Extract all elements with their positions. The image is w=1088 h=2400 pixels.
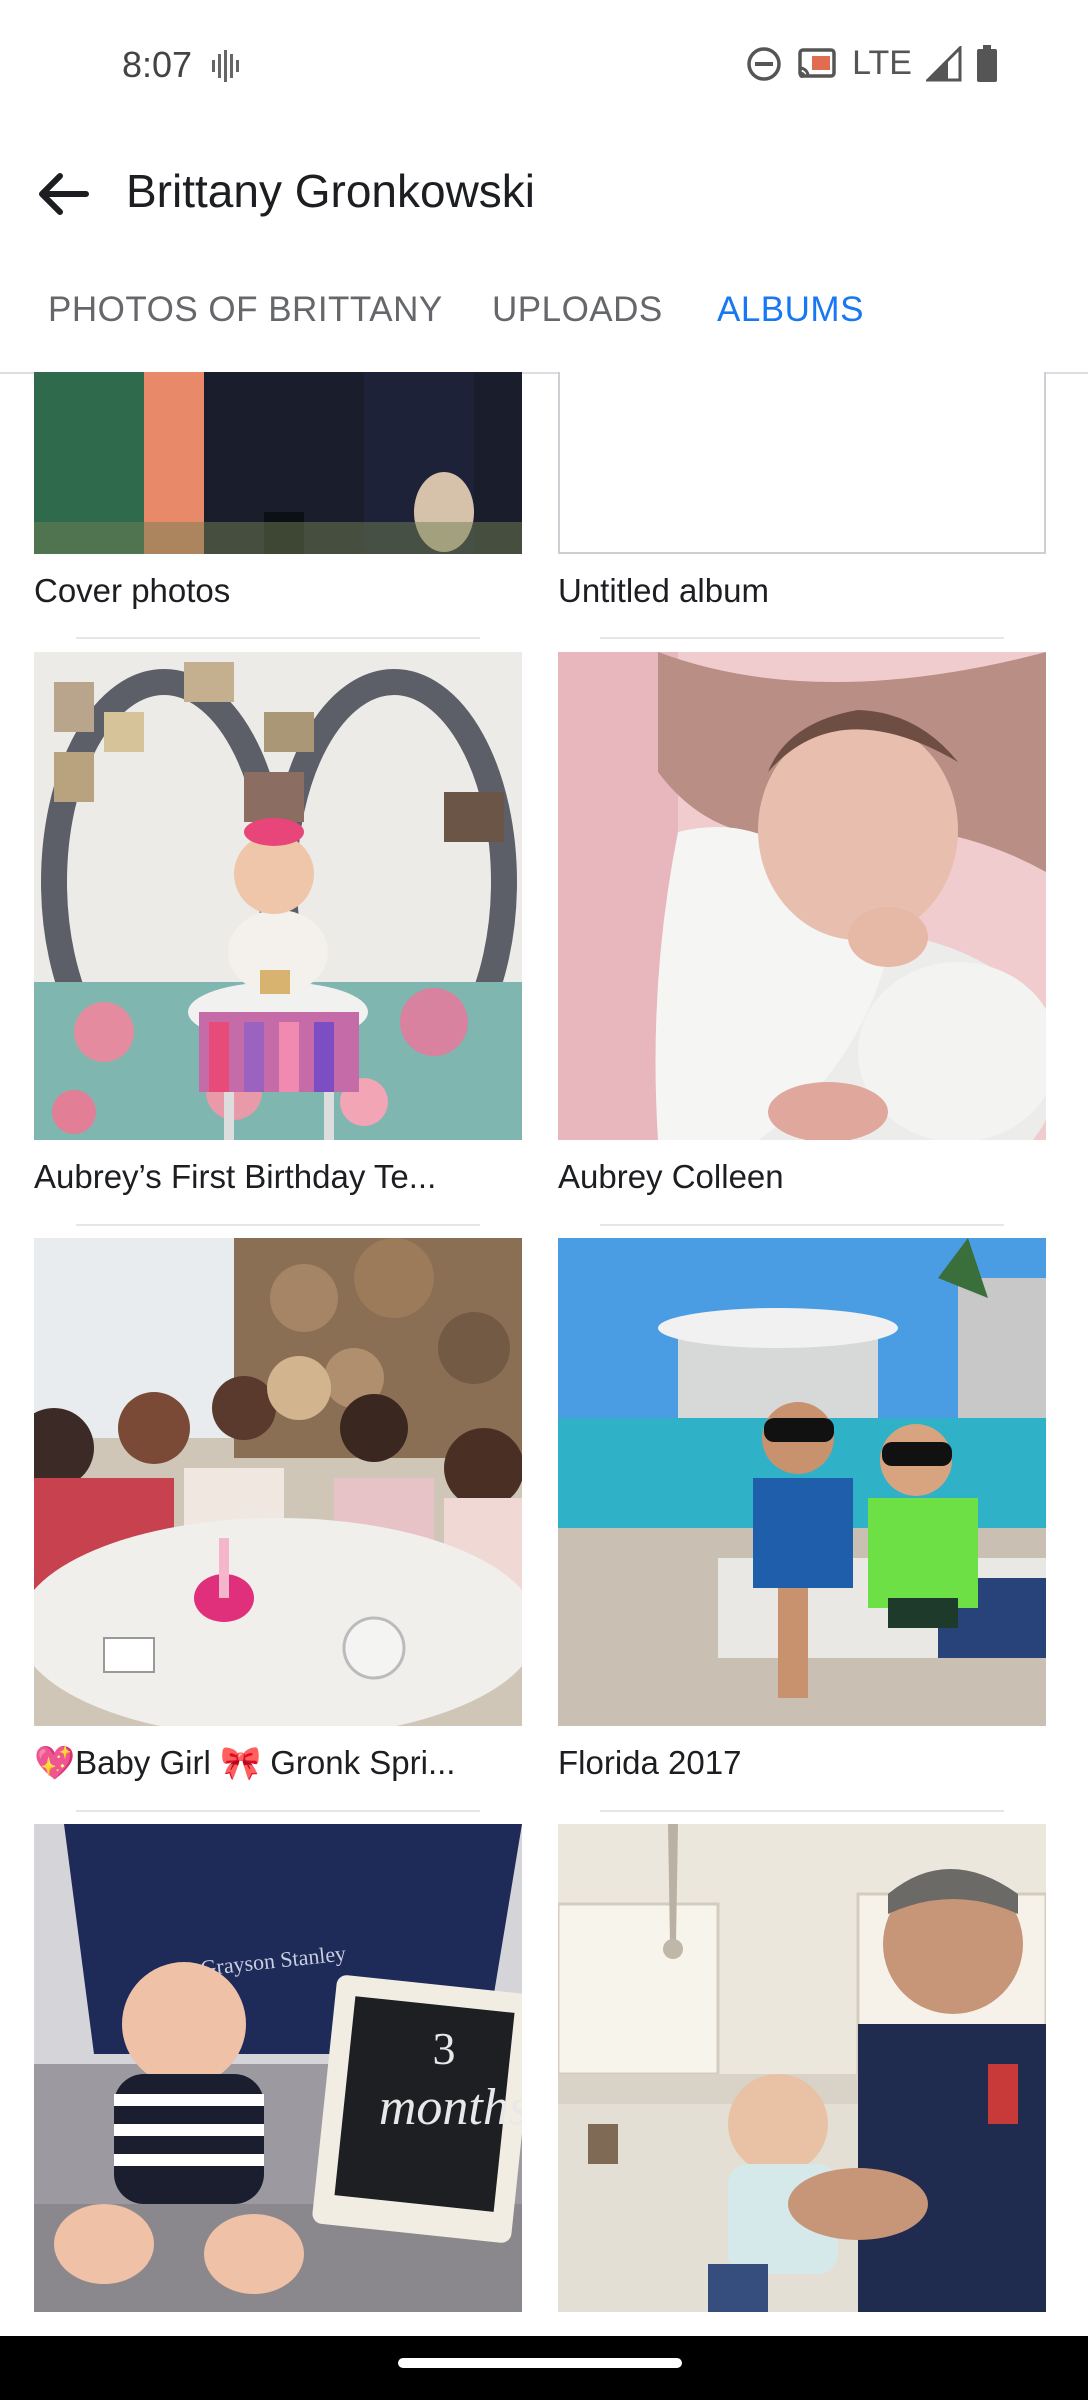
album-card[interactable]: Florida 2017 (558, 1238, 1046, 1782)
divider (600, 1224, 1004, 1226)
album-title: Cover photos (34, 572, 231, 609)
back-arrow-icon[interactable] (32, 164, 92, 224)
page-title: Brittany Gronkowski (126, 165, 536, 217)
do-not-disturb-icon (747, 46, 781, 81)
system-nav-bar (0, 2336, 1088, 2400)
album-card[interactable]: Aubrey Colleen (558, 652, 1046, 1196)
clock: 8:07 (122, 44, 193, 85)
album-cover[interactable] (34, 1238, 522, 1726)
album-title: Aubrey Colleen (558, 1158, 784, 1195)
home-gesture-handle[interactable] (398, 2358, 682, 2368)
album-title: Untitled album (558, 572, 769, 609)
album-card[interactable]: Aubrey’s First Birthday Te... (34, 652, 522, 1196)
tab-uploads[interactable]: UPLOADS (492, 290, 663, 330)
album-card[interactable] (558, 1824, 1046, 2330)
album-title: Aubrey’s First Birthday Te... (34, 1158, 437, 1195)
album-cover[interactable] (34, 652, 522, 1140)
album-title: 💖Baby Girl 🎀 Gronk Spri... (34, 1744, 456, 1781)
cast-icon (798, 47, 836, 78)
album-card[interactable]: Grayson Stanley 3 months (34, 1824, 522, 2330)
tab-albums[interactable]: ALBUMS (717, 290, 864, 330)
album-cover[interactable]: Grayson Stanley 3 months (34, 1824, 522, 2312)
divider (76, 1224, 480, 1226)
network-type: LTE (852, 44, 912, 82)
board-line1: 3 (433, 2023, 456, 2074)
app-header: Brittany Gronkowski (0, 132, 1088, 256)
board-line2: months (379, 2079, 522, 2136)
album-card[interactable]: Untitled album (558, 372, 1046, 610)
battery-icon (977, 44, 997, 82)
divider (76, 1810, 480, 1812)
divider (600, 1810, 1004, 1812)
status-bar: 8:07 LTE (0, 0, 1088, 132)
album-title: Florida 2017 (558, 1744, 742, 1781)
divider (600, 637, 1004, 639)
tab-photos-of[interactable]: PHOTOS OF BRITTANY (48, 290, 443, 330)
album-card[interactable]: 💖Baby Girl 🎀 Gronk Spri... (34, 1238, 522, 1783)
signal-icon (926, 45, 962, 81)
album-cover[interactable] (558, 372, 1046, 554)
status-icons: LTE (746, 44, 998, 83)
divider (76, 637, 480, 639)
tab-bar: PHOTOS OF BRITTANY UPLOADS ALBUMS (0, 256, 1088, 374)
album-cover[interactable] (558, 1238, 1046, 1726)
album-cover[interactable] (558, 1824, 1046, 2312)
album-card[interactable]: Cover photos (34, 372, 522, 610)
album-cover[interactable] (34, 372, 522, 554)
vibrate-icon (212, 50, 239, 82)
album-cover[interactable] (558, 652, 1046, 1140)
